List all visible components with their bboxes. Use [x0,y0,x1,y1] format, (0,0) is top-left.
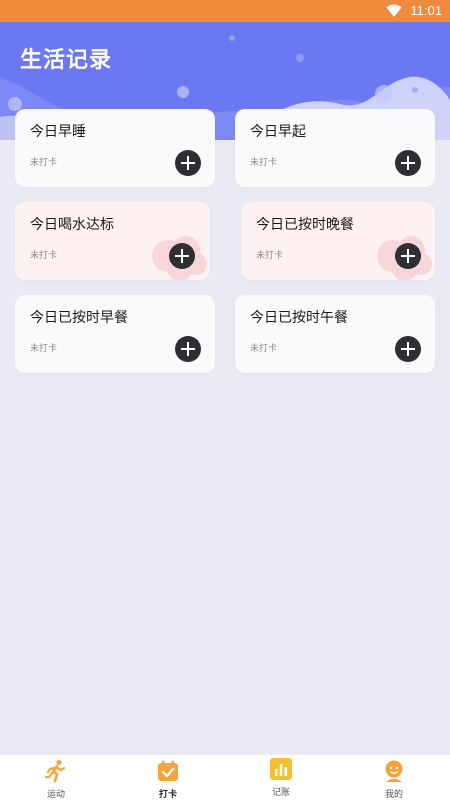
tab-profile[interactable]: 我的 [338,755,450,801]
chart-icon [270,758,292,780]
add-button[interactable] [175,336,201,362]
habit-card-early-sleep[interactable]: 今日早睡 未打卡 [15,109,215,187]
habit-card-lunch[interactable]: 今日已按时午餐 未打卡 [235,295,435,373]
add-button[interactable] [395,336,421,362]
add-button[interactable] [395,150,421,176]
habit-card-breakfast[interactable]: 今日已按时早餐 未打卡 [15,295,215,373]
habit-card-water[interactable]: 今日喝水达标 未打卡 [15,202,210,280]
bottom-tab-bar: 运动 打卡 记账 我的 [0,754,450,801]
habit-status: 未打卡 [256,251,284,261]
page-title: 生活记录 [20,48,113,73]
checkin-icon [158,760,178,781]
habit-name: 今日已按时午餐 [250,310,348,326]
status-bar: 11:01 [0,0,450,22]
tab-label: 记账 [271,788,290,798]
habit-card-early-rise[interactable]: 今日早起 未打卡 [235,109,435,187]
habit-status: 未打卡 [250,344,278,354]
tab-label: 打卡 [158,790,177,800]
running-icon [44,760,66,783]
tab-label: 运动 [46,790,65,800]
habit-status: 未打卡 [30,251,58,261]
add-button[interactable] [395,243,421,269]
habit-status: 未打卡 [30,344,58,354]
habit-name: 今日已按时晚餐 [256,217,354,233]
tab-checkin[interactable]: 打卡 [112,755,224,801]
habit-status: 未打卡 [30,158,58,168]
habit-name: 今日已按时早餐 [30,310,128,326]
profile-icon [385,760,403,782]
status-time: 11:01 [410,3,442,18]
wifi-icon [386,4,402,17]
tab-accounting[interactable]: 记账 [225,755,337,801]
habit-name: 今日早睡 [30,124,86,140]
habit-name: 今日喝水达标 [30,217,114,233]
add-button[interactable] [169,243,195,269]
add-button[interactable] [175,150,201,176]
tab-sports[interactable]: 运动 [0,755,112,801]
habit-card-dinner[interactable]: 今日已按时晚餐 未打卡 [241,202,435,280]
habit-status: 未打卡 [250,158,278,168]
tab-label: 我的 [384,790,403,800]
habit-name: 今日早起 [250,124,306,140]
